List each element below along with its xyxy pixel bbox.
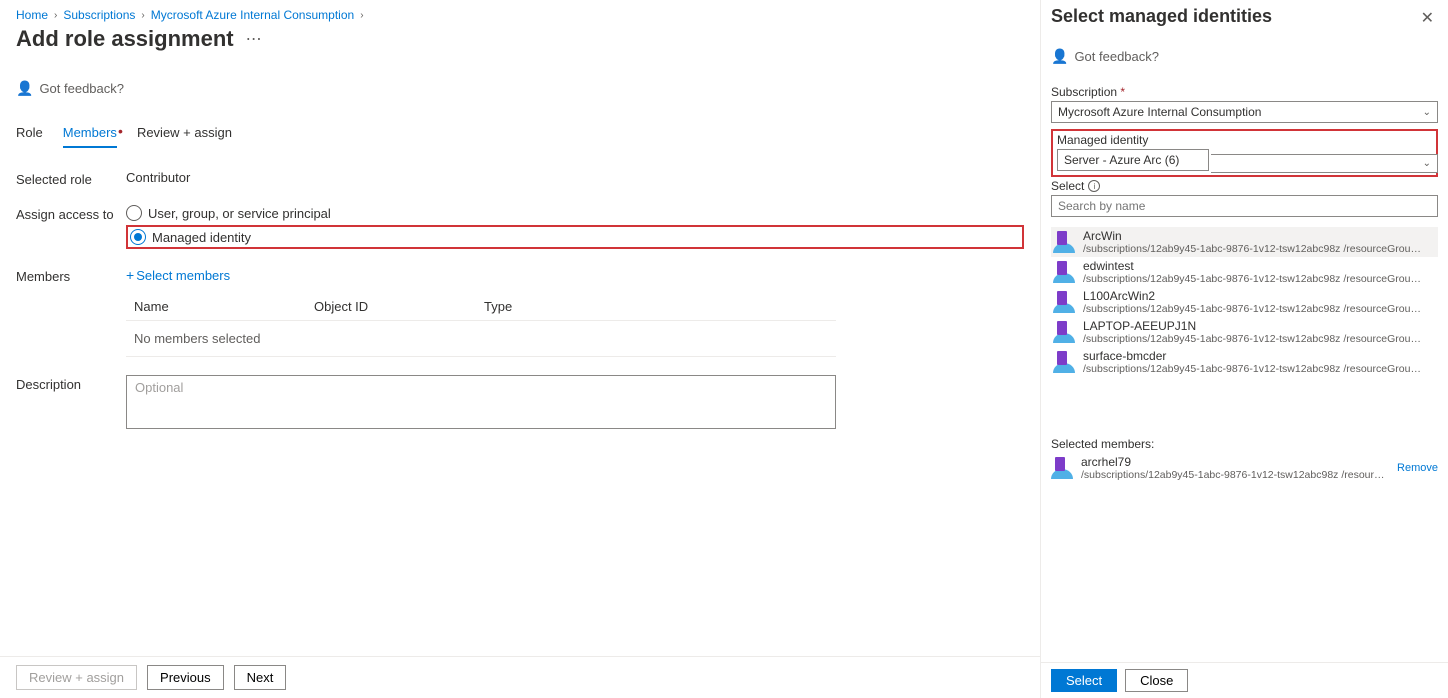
close-button[interactable]: Close bbox=[1125, 669, 1188, 692]
identity-path: /subscriptions/12ab9y45-1abc-9876-1v12-t… bbox=[1083, 273, 1423, 285]
subscription-value: Mycrosoft Azure Internal Consumption bbox=[1058, 105, 1261, 119]
col-name: Name bbox=[134, 299, 314, 314]
next-button[interactable]: Next bbox=[234, 665, 287, 690]
identity-item[interactable]: edwintest/subscriptions/12ab9y45-1abc-98… bbox=[1051, 257, 1438, 287]
identity-item[interactable]: L100ArcWin2/subscriptions/12ab9y45-1abc-… bbox=[1051, 287, 1438, 317]
plus-icon: + bbox=[126, 267, 134, 283]
select-button[interactable]: Select bbox=[1051, 669, 1117, 692]
chevron-right-icon: › bbox=[54, 10, 57, 21]
subscription-label: Subscription * bbox=[1051, 85, 1438, 99]
assign-access-label: Assign access to bbox=[16, 205, 126, 222]
selected-member: arcrhel79 /subscriptions/12ab9y45-1abc-9… bbox=[1051, 455, 1438, 481]
selected-members-title: Selected members: bbox=[1051, 437, 1438, 451]
subscription-dropdown[interactable]: Mycrosoft Azure Internal Consumption ⌄ bbox=[1051, 101, 1438, 123]
identity-path: /subscriptions/12ab9y45-1abc-9876-1v12-t… bbox=[1083, 243, 1423, 255]
radio-user-group[interactable]: User, group, or service principal bbox=[126, 205, 1024, 221]
identity-path: /subscriptions/12ab9y45-1abc-9876-1v12-t… bbox=[1083, 363, 1423, 375]
radio-managed-identity[interactable]: Managed identity bbox=[130, 229, 251, 245]
feedback-link[interactable]: 👤 Got feedback? bbox=[16, 80, 1024, 97]
members-table: Name Object ID Type No members selected bbox=[126, 293, 836, 357]
description-label: Description bbox=[16, 375, 126, 392]
chevron-right-icon: › bbox=[360, 10, 363, 21]
selected-role-value: Contributor bbox=[126, 170, 1024, 185]
chevron-down-icon: ⌄ bbox=[1423, 158, 1431, 169]
identity-item[interactable]: surface-bmcder/subscriptions/12ab9y45-1a… bbox=[1051, 347, 1438, 377]
info-icon[interactable]: i bbox=[1088, 180, 1100, 192]
managed-identity-label: Managed identity bbox=[1057, 133, 1432, 147]
review-assign-button: Review + assign bbox=[16, 665, 137, 690]
selected-role-label: Selected role bbox=[16, 170, 126, 187]
panel-title: Select managed identities bbox=[1051, 6, 1272, 27]
breadcrumb: Home › Subscriptions › Mycrosoft Azure I… bbox=[16, 6, 1024, 24]
feedback-icon: 👤 bbox=[16, 80, 33, 97]
server-arc-icon bbox=[1053, 321, 1075, 343]
footer: Review + assign Previous Next bbox=[0, 656, 1040, 698]
server-arc-icon bbox=[1053, 261, 1075, 283]
tab-role[interactable]: Role bbox=[16, 125, 43, 148]
members-label: Members bbox=[16, 267, 126, 284]
server-arc-icon bbox=[1051, 457, 1073, 479]
remove-link[interactable]: Remove bbox=[1397, 462, 1438, 474]
identity-path: /subscriptions/12ab9y45-1abc-9876-1v12-t… bbox=[1083, 303, 1423, 315]
close-icon[interactable]: ✕ bbox=[1417, 6, 1438, 30]
crumb-subscriptions[interactable]: Subscriptions bbox=[63, 8, 135, 22]
crumb-subscription-name[interactable]: Mycrosoft Azure Internal Consumption bbox=[151, 8, 354, 22]
description-input[interactable] bbox=[126, 375, 836, 429]
crumb-home[interactable]: Home bbox=[16, 8, 48, 22]
identity-list: ArcWin/subscriptions/12ab9y45-1abc-9876-… bbox=[1051, 227, 1438, 377]
required-dot: • bbox=[118, 123, 123, 139]
tab-members[interactable]: Members• bbox=[63, 125, 117, 148]
select-members-link[interactable]: + Select members bbox=[126, 267, 230, 283]
panel-feedback-text: Got feedback? bbox=[1074, 49, 1159, 64]
server-arc-icon bbox=[1053, 231, 1075, 253]
identity-item[interactable]: LAPTOP-AEEUPJ1N/subscriptions/12ab9y45-1… bbox=[1051, 317, 1438, 347]
radio-icon bbox=[130, 229, 146, 245]
selected-path: /subscriptions/12ab9y45-1abc-9876-1v12-t… bbox=[1081, 469, 1389, 481]
select-label: Select bbox=[1051, 179, 1084, 193]
identity-name: surface-bmcder bbox=[1083, 349, 1423, 363]
highlight-managed-identity: Managed identity bbox=[126, 225, 1024, 249]
server-arc-icon bbox=[1053, 291, 1075, 313]
tabs: Role Members• Review + assign bbox=[16, 125, 1024, 148]
page-title: Add role assignment bbox=[16, 26, 234, 52]
identity-name: edwintest bbox=[1083, 259, 1423, 273]
identity-name: L100ArcWin2 bbox=[1083, 289, 1423, 303]
identity-name: LAPTOP-AEEUPJ1N bbox=[1083, 319, 1423, 333]
feedback-text: Got feedback? bbox=[39, 81, 124, 96]
radio-user-label: User, group, or service principal bbox=[148, 206, 331, 221]
chevron-down-icon: ⌄ bbox=[1423, 107, 1431, 118]
search-input[interactable] bbox=[1051, 195, 1438, 217]
radio-managed-label: Managed identity bbox=[152, 230, 251, 245]
managed-identity-value: Server - Azure Arc (6) bbox=[1064, 153, 1179, 167]
panel-feedback-link[interactable]: 👤 Got feedback? bbox=[1051, 48, 1438, 65]
feedback-icon: 👤 bbox=[1051, 48, 1068, 65]
radio-icon bbox=[126, 205, 142, 221]
select-identities-panel: Select managed identities ✕ 👤 Got feedba… bbox=[1040, 0, 1448, 698]
col-type: Type bbox=[484, 299, 828, 314]
server-arc-icon bbox=[1053, 351, 1075, 373]
previous-button[interactable]: Previous bbox=[147, 665, 224, 690]
chevron-right-icon: › bbox=[141, 10, 144, 21]
managed-identity-dropdown-ext[interactable]: ⌄ bbox=[1211, 154, 1438, 173]
tab-review[interactable]: Review + assign bbox=[137, 125, 232, 148]
identity-path: /subscriptions/12ab9y45-1abc-9876-1v12-t… bbox=[1083, 333, 1423, 345]
managed-identity-dropdown[interactable]: Server - Azure Arc (6) bbox=[1057, 149, 1209, 171]
more-icon[interactable]: ⋯ bbox=[246, 29, 262, 49]
col-object-id: Object ID bbox=[314, 299, 484, 314]
members-empty: No members selected bbox=[126, 321, 836, 357]
identity-name: ArcWin bbox=[1083, 229, 1423, 243]
identity-item[interactable]: ArcWin/subscriptions/12ab9y45-1abc-9876-… bbox=[1051, 227, 1438, 257]
selected-name: arcrhel79 bbox=[1081, 455, 1389, 469]
